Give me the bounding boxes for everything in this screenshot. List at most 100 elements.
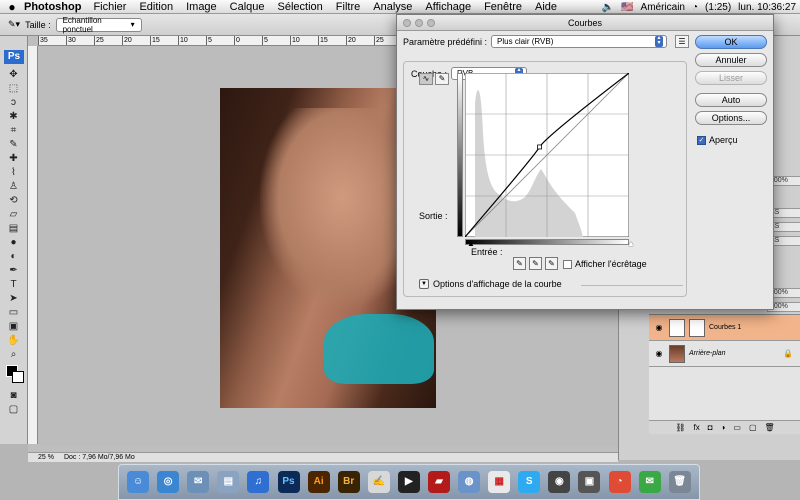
bridge-dock-icon[interactable]: Br [337, 471, 360, 493]
dvd-icon[interactable]: ▶ [397, 471, 420, 493]
zoom-level[interactable]: 25 % [38, 454, 54, 461]
marquee-tool-icon[interactable]: ⬚ [6, 82, 22, 95]
flag-icon[interactable]: 🇺🇸 [621, 2, 633, 13]
auto-button[interactable]: Auto [695, 93, 767, 107]
script-icon[interactable]: ✍ [367, 471, 390, 493]
mail-icon[interactable]: ✉ [187, 471, 210, 493]
healing-brush-icon[interactable]: ✚ [6, 152, 22, 165]
lasso-tool-icon[interactable]: ↄ [6, 96, 22, 109]
crop-tool-icon[interactable]: ⌗ [6, 124, 22, 137]
move-tool-icon[interactable]: ✥ [6, 68, 22, 81]
zoom-tool-icon[interactable]: ⌕ [6, 348, 22, 361]
brush-tool-icon[interactable]: ⌇ [6, 166, 22, 179]
sample-size-select[interactable]: Echantillon ponctuel ▾ [55, 16, 142, 34]
gradient-tool-icon[interactable]: ▤ [6, 222, 22, 235]
clipping-checkbox[interactable] [563, 260, 572, 270]
menu-affichage[interactable]: Affichage [425, 1, 471, 13]
menu-image[interactable]: Image [186, 1, 217, 13]
menu-filtre[interactable]: Filtre [336, 1, 360, 13]
itunes-icon[interactable]: ♫ [247, 471, 270, 493]
eye-app-icon[interactable]: ◉ [548, 471, 571, 493]
preview-checkbox[interactable]: ✓ [697, 135, 706, 145]
minimize-button[interactable] [415, 19, 423, 27]
eraser-tool-icon[interactable]: ▱ [6, 208, 22, 221]
cancel-button[interactable]: Annuler [695, 53, 767, 67]
ok-button[interactable]: OK [695, 35, 767, 49]
blur-tool-icon[interactable]: ● [6, 236, 22, 249]
trash-icon[interactable]: 🗑 [765, 423, 775, 432]
smooth-button[interactable]: Lisser [695, 71, 767, 85]
menu-selection[interactable]: Sélection [278, 1, 323, 13]
new-layer-icon[interactable]: ▢ [749, 423, 757, 432]
disclosure-triangle-icon[interactable]: ▼ [419, 279, 429, 289]
clock[interactable]: lun. 10:36:27 [738, 2, 796, 13]
menu-calque[interactable]: Calque [230, 1, 265, 13]
preview-option[interactable]: ✓ Aperçu [697, 135, 738, 145]
layer-row[interactable]: ◉ Courbes 1 [649, 315, 800, 341]
app-menu[interactable]: Photoshop [24, 1, 81, 13]
menu-edition[interactable]: Edition [139, 1, 173, 13]
speaker-icon[interactable]: 🔈 [602, 2, 614, 13]
dialog-titlebar[interactable]: Courbes [397, 15, 773, 31]
curve-display-options[interactable]: ▼ Options d'affichage de la courbe [419, 279, 562, 289]
camera-icon[interactable]: ▣ [578, 471, 601, 493]
doc-size[interactable]: Doc : 7,96 Mo/7,96 Mo [64, 454, 135, 461]
white-eyedropper-icon[interactable]: ✎ [545, 257, 558, 270]
preset-options-icon[interactable]: ☰ [675, 35, 689, 48]
menu-fichier[interactable]: Fichier [93, 1, 126, 13]
shape-tool-icon[interactable]: ▭ [6, 306, 22, 319]
hand-tool-icon[interactable]: ✋ [6, 334, 22, 347]
trash-dock-icon[interactable]: 🗑 [668, 471, 691, 493]
screen-mode-icon[interactable]: ▢ [6, 403, 22, 416]
dodge-tool-icon[interactable]: ◐ [6, 250, 22, 263]
menu-fenetre[interactable]: Fenêtre [484, 1, 522, 13]
eye-icon[interactable]: ◉ [653, 349, 665, 358]
photoshop-dock-icon[interactable]: Ps [277, 471, 300, 493]
color-swatches[interactable] [4, 365, 24, 385]
finder-icon[interactable]: ☺ [127, 471, 150, 493]
curve-control-point[interactable] [537, 144, 543, 150]
options-button[interactable]: Options... [695, 111, 767, 125]
mail-app-icon[interactable]: ✉ [638, 471, 661, 493]
folder-icon[interactable]: ▭ [733, 423, 741, 432]
skype-icon[interactable]: S [518, 471, 541, 493]
magic-wand-tool-icon[interactable]: ✱ [6, 110, 22, 123]
mask-icon[interactable]: ◘ [708, 423, 713, 432]
vertical-ruler[interactable] [28, 46, 38, 444]
chrome-icon[interactable]: ◔ [608, 471, 631, 493]
white-point-slider[interactable]: ▲ [627, 239, 635, 248]
stamp-tool-icon[interactable]: ♙ [6, 180, 22, 193]
close-button[interactable] [403, 19, 411, 27]
pencil-tool-icon[interactable]: ✎ [435, 73, 449, 85]
eyedropper-icon[interactable]: ✎ [6, 138, 22, 151]
safari-icon[interactable]: ◎ [157, 471, 180, 493]
type-tool-icon[interactable]: T [6, 278, 22, 291]
preset-select[interactable]: Plus clair (RVB) ▴ ▾ [491, 35, 668, 48]
clipping-option[interactable]: Afficher l'écrêtage [563, 259, 647, 270]
black-point-slider[interactable]: ▲ [467, 239, 475, 248]
preview-icon[interactable]: ▤ [217, 471, 240, 493]
path-selection-icon[interactable]: ➤ [6, 292, 22, 305]
background-color[interactable] [12, 371, 24, 383]
illustrator-dock-icon[interactable]: Ai [307, 471, 330, 493]
battery-status[interactable]: (1:25) [705, 2, 731, 13]
calendar-icon[interactable]: ▦ [488, 471, 511, 493]
zoom-button[interactable] [427, 19, 435, 27]
pdf-icon[interactable]: ▰ [427, 471, 450, 493]
notes-tool-icon[interactable]: ▣ [6, 320, 22, 333]
curve-point-tool-icon[interactable]: ∿ [419, 73, 433, 85]
eye-icon[interactable]: ◉ [653, 323, 665, 332]
gray-eyedropper-icon[interactable]: ✎ [529, 257, 542, 270]
black-eyedropper-icon[interactable]: ✎ [513, 257, 526, 270]
curves-graph[interactable] [465, 73, 629, 237]
history-brush-icon[interactable]: ⟲ [6, 194, 22, 207]
eyedropper-tool-icon[interactable]: ✎▾ [8, 19, 20, 30]
keyboard-layout[interactable]: Américain [641, 2, 685, 13]
pen-tool-icon[interactable]: ✒ [6, 264, 22, 277]
quick-mask-icon[interactable]: ◙ [6, 389, 22, 402]
fx-icon[interactable]: fx [693, 423, 699, 432]
ps-logo[interactable]: Ps [4, 50, 24, 64]
menu-aide[interactable]: Aide [535, 1, 557, 13]
menu-analyse[interactable]: Analyse [373, 1, 412, 13]
adjustment-icon[interactable]: ◑ [721, 423, 726, 432]
